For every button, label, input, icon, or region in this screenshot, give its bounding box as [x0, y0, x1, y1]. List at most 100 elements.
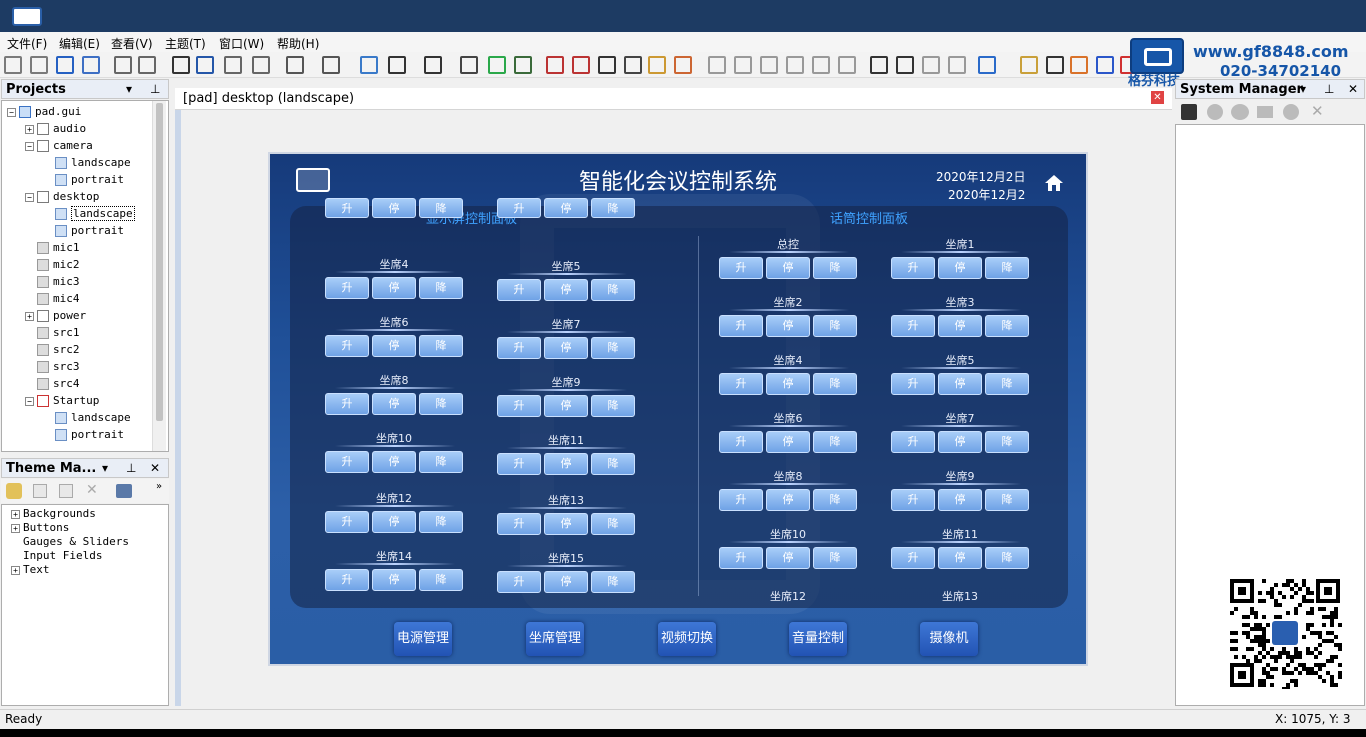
seat-stop-button[interactable]: 停 [938, 489, 982, 511]
project-tree-item[interactable]: landscape [43, 411, 131, 427]
seat-down-button[interactable]: 降 [419, 451, 463, 473]
seat-down-button[interactable]: 降 [985, 257, 1029, 279]
seat-up-button[interactable]: 升 [719, 431, 763, 453]
seat-down-button[interactable]: 降 [591, 513, 635, 535]
theme-wand-icon[interactable] [6, 483, 22, 499]
toolbar-tool-1-icon[interactable] [4, 56, 22, 74]
toolbar-tool-12-icon[interactable] [322, 56, 340, 74]
seat-up-button[interactable]: 升 [497, 571, 541, 593]
project-tree-item[interactable]: portrait [43, 428, 124, 444]
project-tree-item[interactable]: landscape [43, 206, 135, 223]
seat-down-button[interactable]: 降 [813, 315, 857, 337]
import-icon[interactable] [116, 484, 132, 498]
nav-button-2[interactable]: 坐席管理 [526, 622, 584, 656]
expander-icon[interactable]: + [25, 124, 34, 134]
seat-down-button[interactable]: 降 [985, 489, 1029, 511]
seat-down-button[interactable]: 降 [985, 547, 1029, 569]
toolbar-tool-36-icon[interactable] [1020, 56, 1038, 74]
seat-up-button[interactable]: 升 [325, 277, 369, 299]
seat-partial-button[interactable]: 降 [591, 198, 635, 218]
seat-stop-button[interactable]: 停 [372, 335, 416, 357]
theme-tree-item[interactable]: + Text [11, 563, 50, 579]
seat-up-button[interactable]: 升 [497, 279, 541, 301]
toolbar-tool-16-icon[interactable] [460, 56, 478, 74]
toolbar-tool-26-icon[interactable] [734, 56, 752, 74]
seat-up-button[interactable]: 升 [497, 513, 541, 535]
toolbar-tool-29-icon[interactable] [812, 56, 830, 74]
seat-down-button[interactable]: 降 [591, 279, 635, 301]
seat-up-button[interactable]: 升 [497, 395, 541, 417]
seat-down-button[interactable]: 降 [591, 453, 635, 475]
seat-stop-button[interactable]: 停 [372, 277, 416, 299]
toolbar-tool-31-icon[interactable] [870, 56, 888, 74]
seat-down-button[interactable]: 降 [985, 373, 1029, 395]
toolbar-tool-39-icon[interactable] [1096, 56, 1114, 74]
seat-partial-button[interactable]: 停 [372, 198, 416, 218]
nav-button-5[interactable]: 摄像机 [920, 622, 978, 656]
seat-up-button[interactable]: 升 [891, 547, 935, 569]
project-tree-item[interactable]: mic4 [25, 292, 80, 308]
seat-stop-button[interactable]: 停 [544, 337, 588, 359]
seat-up-button[interactable]: 升 [891, 431, 935, 453]
toolbar-tool-22-icon[interactable] [624, 56, 642, 74]
seat-down-button[interactable]: 降 [591, 337, 635, 359]
expander-icon[interactable]: − [25, 141, 34, 151]
seat-stop-button[interactable]: 停 [766, 547, 810, 569]
seat-stop-button[interactable]: 停 [938, 315, 982, 337]
project-tree-item[interactable]: + power [25, 309, 86, 325]
project-tree-item[interactable]: mic2 [25, 258, 80, 274]
toolbar-tool-21-icon[interactable] [598, 56, 616, 74]
device-icon[interactable] [1181, 104, 1197, 120]
seat-up-button[interactable]: 升 [325, 569, 369, 591]
seat-down-button[interactable]: 降 [813, 431, 857, 453]
gears-icon[interactable] [1231, 104, 1249, 120]
panel-menu-chevron-icon[interactable]: ▾ [1300, 82, 1306, 96]
seat-down-button[interactable]: 降 [419, 335, 463, 357]
project-tree-item[interactable]: src4 [25, 377, 80, 393]
toolbar-tool-32-icon[interactable] [896, 56, 914, 74]
seat-stop-button[interactable]: 停 [372, 393, 416, 415]
toolbar-tool-8-icon[interactable] [196, 56, 214, 74]
seat-down-button[interactable]: 降 [985, 315, 1029, 337]
project-tree-item[interactable]: src3 [25, 360, 80, 376]
seat-stop-button[interactable]: 停 [766, 431, 810, 453]
panel-menu-chevron-icon[interactable]: ▾ [126, 82, 132, 96]
toolbar-tool-23-icon[interactable] [648, 56, 666, 74]
close-icon[interactable]: ✕ [1151, 91, 1164, 104]
menu-edit[interactable]: 编辑(E) [59, 35, 100, 52]
menu-file[interactable]: 文件(F) [7, 35, 47, 52]
project-tree-item[interactable]: − desktop [25, 190, 99, 206]
project-tree-item[interactable]: mic3 [25, 275, 80, 291]
menu-help[interactable]: 帮助(H) [277, 35, 319, 52]
project-tree-item[interactable]: − camera [25, 139, 93, 155]
seat-stop-button[interactable]: 停 [938, 257, 982, 279]
close-icon[interactable]: ✕ [1348, 82, 1358, 96]
nav-button-3[interactable]: 视频切换 [658, 622, 716, 656]
toolbar-tool-3-icon[interactable] [56, 56, 74, 74]
toolbar-tool-38-icon[interactable] [1070, 56, 1088, 74]
seat-stop-button[interactable]: 停 [372, 511, 416, 533]
seat-stop-button[interactable]: 停 [938, 431, 982, 453]
copy-icon[interactable] [33, 484, 47, 498]
seat-up-button[interactable]: 升 [497, 337, 541, 359]
pin-icon[interactable]: ⊥ [150, 82, 160, 96]
seat-up-button[interactable]: 升 [891, 315, 935, 337]
seat-down-button[interactable]: 降 [813, 373, 857, 395]
toolbar-tool-20-icon[interactable] [572, 56, 590, 74]
seat-stop-button[interactable]: 停 [544, 279, 588, 301]
expander-icon[interactable]: + [25, 311, 34, 321]
seat-up-button[interactable]: 升 [325, 451, 369, 473]
project-tree-item[interactable]: mic1 [25, 241, 80, 257]
seat-partial-button[interactable]: 停 [544, 198, 588, 218]
seat-stop-button[interactable]: 停 [938, 373, 982, 395]
seat-down-button[interactable]: 降 [419, 511, 463, 533]
seat-stop-button[interactable]: 停 [766, 373, 810, 395]
seat-stop-button[interactable]: 停 [766, 315, 810, 337]
toolbar-tool-18-icon[interactable] [514, 56, 532, 74]
expander-icon[interactable]: − [25, 192, 34, 202]
expander-icon[interactable]: + [11, 509, 20, 519]
seat-up-button[interactable]: 升 [325, 511, 369, 533]
seat-up-button[interactable]: 升 [891, 373, 935, 395]
paste-icon[interactable] [59, 484, 73, 498]
project-tree-item[interactable]: − pad.gui [7, 105, 81, 121]
